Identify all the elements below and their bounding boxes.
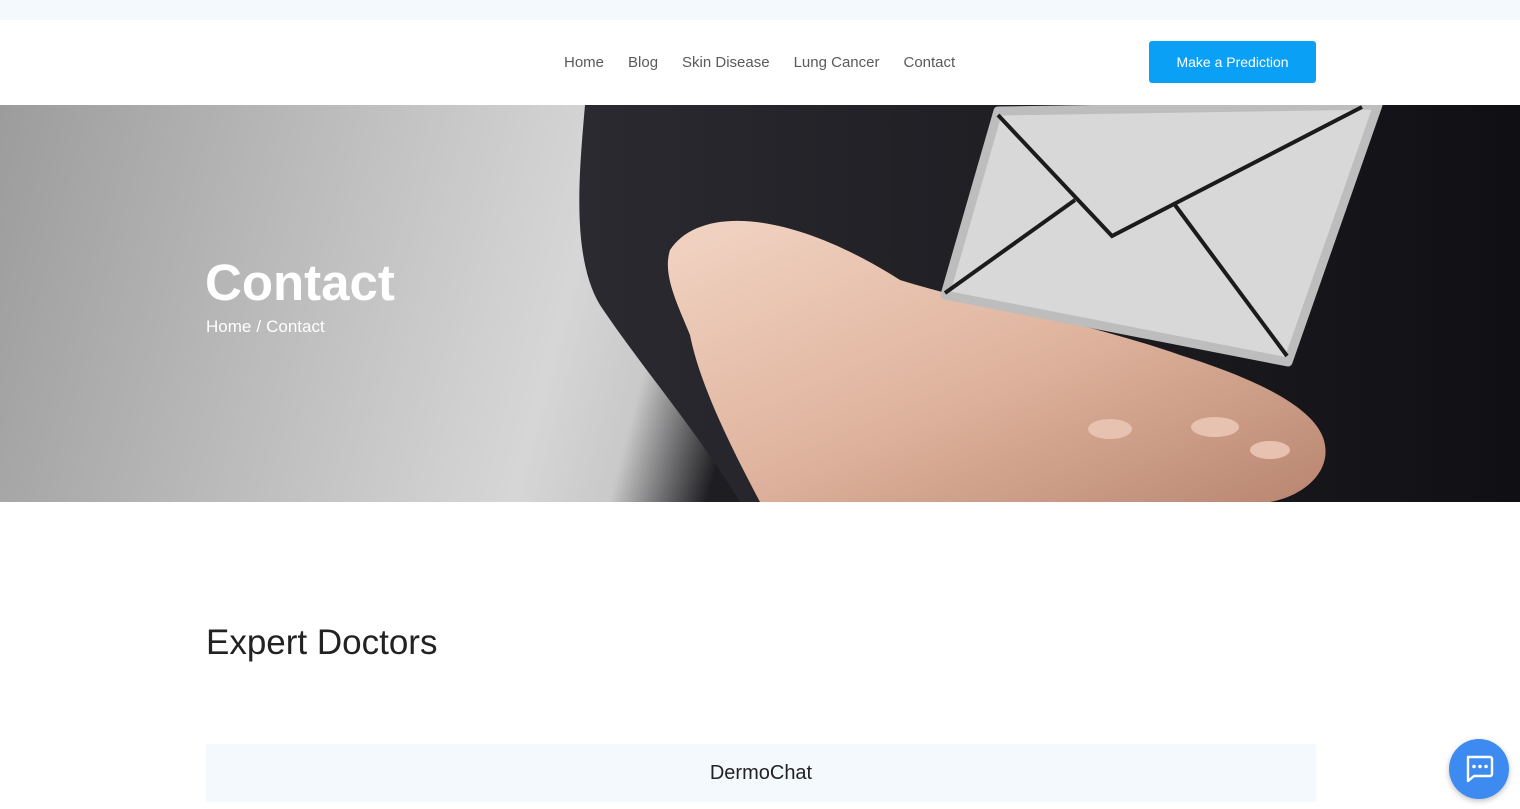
breadcrumb-current: Contact (266, 317, 325, 336)
nav-link-home[interactable]: Home (564, 53, 604, 73)
make-prediction-button[interactable]: Make a Prediction (1149, 41, 1316, 83)
nav-link-skin-disease[interactable]: Skin Disease (682, 53, 770, 73)
page-title: Contact (205, 254, 395, 311)
section-heading: Expert Doctors (206, 623, 438, 662)
main-nav: Home Blog Skin Disease Lung Cancer Conta… (564, 20, 955, 105)
chat-launcher-button[interactable] (1449, 739, 1509, 799)
dermochat-panel-title: DermoChat (709, 761, 813, 784)
breadcrumb: Home / Contact (206, 317, 325, 337)
dermochat-panel: DermoChat (206, 744, 1316, 802)
finger-nail-2 (1191, 417, 1239, 437)
nav-link-blog[interactable]: Blog (628, 53, 658, 73)
hero-banner: Contact Home / Contact (0, 105, 1520, 502)
finger-nail-1 (1088, 419, 1132, 439)
breadcrumb-home[interactable]: Home (206, 317, 251, 337)
finger-nail-3 (1250, 441, 1290, 459)
breadcrumb-separator: / (256, 317, 262, 336)
chat-bubble-icon (1466, 755, 1494, 783)
nav-link-lung-cancer[interactable]: Lung Cancer (794, 53, 880, 73)
nav-link-contact[interactable]: Contact (904, 53, 956, 73)
navbar: Home Blog Skin Disease Lung Cancer Conta… (0, 20, 1520, 105)
top-strip (0, 0, 1520, 20)
